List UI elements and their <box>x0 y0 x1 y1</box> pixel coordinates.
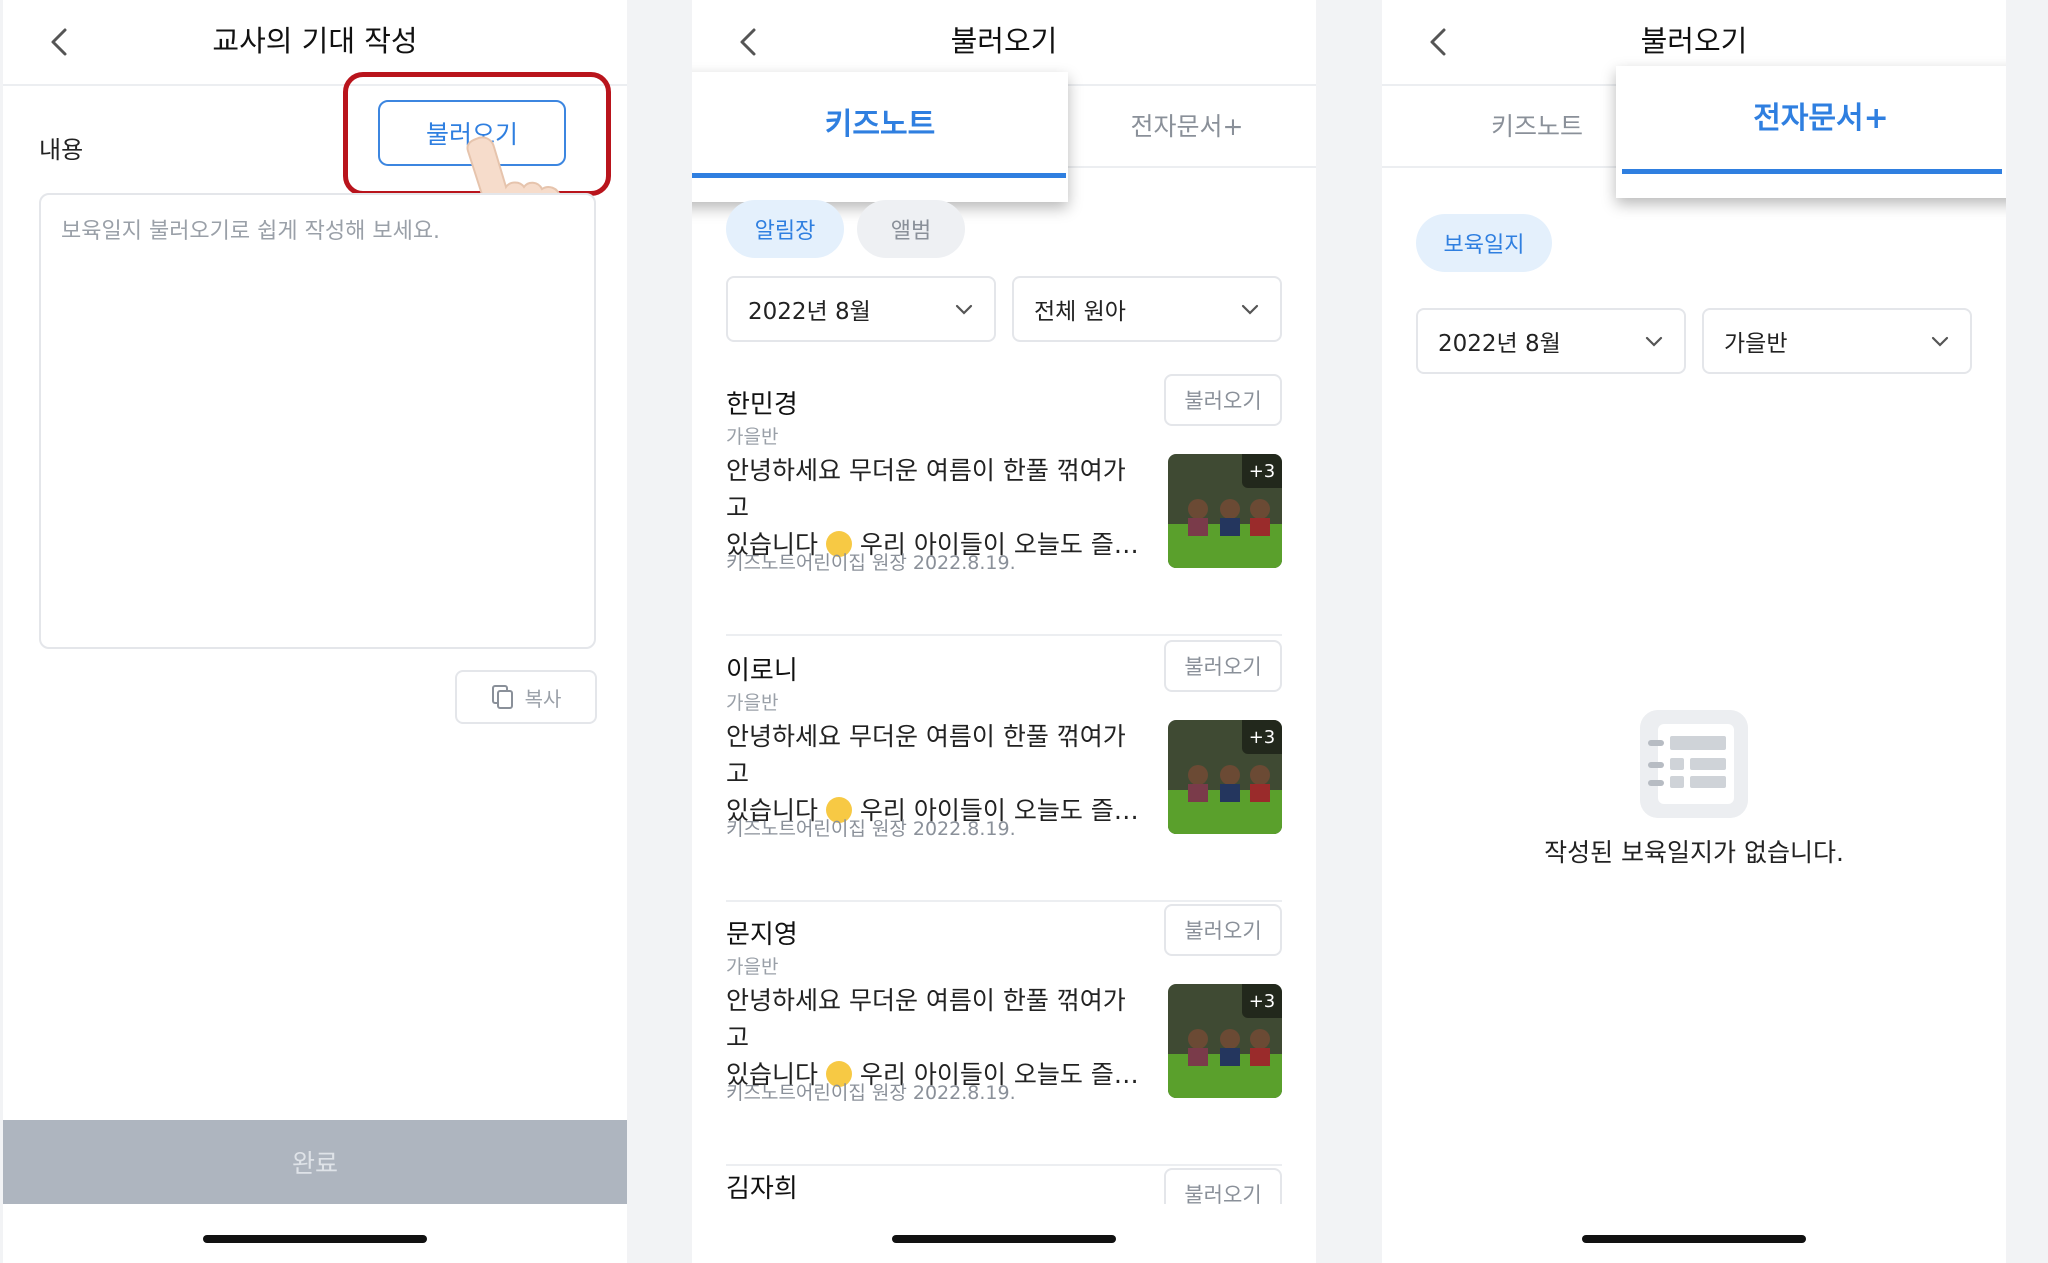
class-select-value: 가을반 <box>1724 331 1788 357</box>
chevron-down-icon <box>955 304 973 315</box>
tab-kidsnote-active[interactable]: 키즈노트 <box>692 72 1068 202</box>
page-title: 교사의 기대 작성 <box>212 24 418 58</box>
item-text: 안녕하세요 무더운 여름이 한풀 꺾여가고 있습니다 우리 아이들이 오늘도 즐… <box>726 452 1146 563</box>
item-class: 가을반 <box>726 956 779 978</box>
photo-count-badge: +3 <box>1242 720 1282 754</box>
list-item: 이로니 가을반 안녕하세요 무더운 여름이 한풀 꺾여가고 있습니다 우리 아이… <box>726 640 1282 902</box>
copy-button[interactable]: 복사 <box>455 670 597 724</box>
item-name: 김자희 <box>726 1174 798 1204</box>
month-select[interactable]: 2022년 8월 <box>726 276 996 342</box>
month-select-value: 2022년 8월 <box>748 299 871 325</box>
write-screen: 교사의 기대 작성 내용 불러오기 보육일지 불러오기로 쉽게 작성해 보세요.… <box>3 0 627 1263</box>
item-class: 가을반 <box>726 692 779 714</box>
textarea-placeholder: 보육일지 불러오기로 쉽게 작성해 보세요. <box>61 219 441 244</box>
chip-album[interactable]: 앨범 <box>857 200 965 258</box>
item-name: 문지영 <box>726 920 798 950</box>
content-textarea[interactable]: 보육일지 불러오기로 쉽게 작성해 보세요. <box>39 193 596 649</box>
load-screen-kidsnote: 불러오기 전자문서+ 키즈노트 알림장 앨범 2022년 8월 전체 원아 한민… <box>692 0 1316 1263</box>
child-select[interactable]: 전체 원아 <box>1012 276 1282 342</box>
chevron-down-icon <box>1645 336 1663 347</box>
copy-icon <box>491 685 513 709</box>
item-text: 안녕하세요 무더운 여름이 한풀 꺾여가고 있습니다 우리 아이들이 오늘도 즐… <box>726 982 1146 1093</box>
child-select-value: 전체 원아 <box>1034 299 1126 325</box>
photo-thumbnail[interactable]: +3 <box>1168 984 1282 1098</box>
item-load-button[interactable]: 불러오기 <box>1164 640 1282 692</box>
tab-edocs-active[interactable]: 전자문서+ <box>1616 66 2006 198</box>
item-name: 이로니 <box>726 656 798 686</box>
item-text-line1: 안녕하세요 무더운 여름이 한풀 꺾여가고 <box>726 722 1126 788</box>
photo-thumbnail[interactable]: +3 <box>1168 454 1282 568</box>
list-item: 김자희 불러오기 <box>726 1168 1282 1204</box>
tab-kidsnote-label: 키즈노트 <box>824 107 936 142</box>
done-button[interactable]: 완료 <box>3 1120 627 1204</box>
empty-document-icon <box>1640 710 1748 818</box>
tab-edocs[interactable]: 전자문서+ <box>1062 84 1312 166</box>
item-text-line1: 안녕하세요 무더운 여름이 한풀 꺾여가고 <box>726 986 1126 1052</box>
photo-thumbnail[interactable]: +3 <box>1168 720 1282 834</box>
photo-count-badge: +3 <box>1242 454 1282 488</box>
content-label: 내용 <box>39 136 84 164</box>
item-load-button[interactable]: 불러오기 <box>1164 1168 1282 1204</box>
chip-daycare-log[interactable]: 보육일지 <box>1416 214 1552 272</box>
item-name: 한민경 <box>726 390 798 420</box>
month-select[interactable]: 2022년 8월 <box>1416 308 1686 374</box>
list-item: 문지영 가을반 안녕하세요 무더운 여름이 한풀 꺾여가고 있습니다 우리 아이… <box>726 904 1282 1166</box>
empty-message: 작성된 보육일지가 없습니다. <box>1544 838 1844 867</box>
item-class: 가을반 <box>726 426 779 448</box>
copy-label: 복사 <box>524 686 562 711</box>
chevron-down-icon <box>1241 304 1259 315</box>
month-select-value: 2022년 8월 <box>1438 331 1561 357</box>
item-meta: 키즈노트어린이집 원장 2022.8.19. <box>726 818 1016 840</box>
item-text: 안녕하세요 무더운 여름이 한풀 꺾여가고 있습니다 우리 아이들이 오늘도 즐… <box>726 718 1146 829</box>
item-meta: 키즈노트어린이집 원장 2022.8.19. <box>726 552 1016 574</box>
item-meta: 키즈노트어린이집 원장 2022.8.19. <box>726 1082 1016 1104</box>
item-text-line1: 안녕하세요 무더운 여름이 한풀 꺾여가고 <box>726 456 1126 522</box>
home-indicator <box>203 1235 427 1243</box>
load-screen-edocs: 불러오기 키즈노트 전자문서+ 보육일지 2022년 8월 가을반 작성된 보육… <box>1382 0 2006 1263</box>
active-tab-underline <box>1622 169 2002 174</box>
page-title: 불러오기 <box>1640 24 1748 58</box>
tab-edocs-label: 전자문서+ <box>1753 101 1889 136</box>
chevron-down-icon <box>1931 336 1949 347</box>
item-load-button[interactable]: 불러오기 <box>1164 374 1282 426</box>
list-item: 한민경 가을반 안녕하세요 무더운 여름이 한풀 꺾여가고 있습니다 우리 아이… <box>726 374 1282 636</box>
home-indicator <box>1582 1235 1806 1243</box>
active-tab-underline <box>692 173 1066 178</box>
chip-notice[interactable]: 알림장 <box>726 200 844 258</box>
item-load-button[interactable]: 불러오기 <box>1164 904 1282 956</box>
class-select[interactable]: 가을반 <box>1702 308 1972 374</box>
home-indicator <box>892 1235 1116 1243</box>
page-title: 불러오기 <box>950 24 1058 58</box>
photo-count-badge: +3 <box>1242 984 1282 1018</box>
